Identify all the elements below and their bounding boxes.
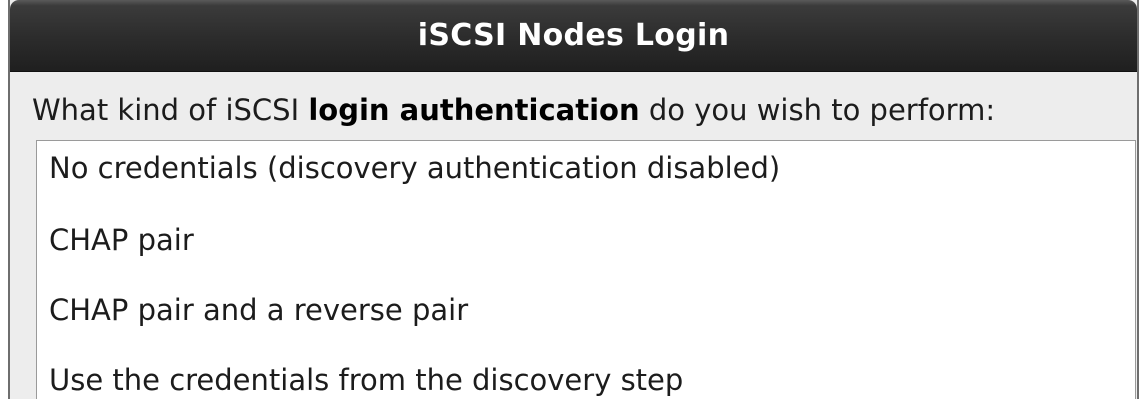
prompt-text-emphasis: login authentication [308,93,640,127]
prompt-text-after: do you wish to perform: [639,93,996,127]
auth-method-list[interactable]: No credentials (discovery authentication… [36,140,1136,399]
iscsi-login-dialog: iSCSI Nodes Login What kind of iSCSI log… [8,0,1139,399]
option-chap-pair[interactable]: CHAP pair [49,220,194,260]
dialog-title: iSCSI Nodes Login [10,0,1137,72]
option-discovery-credentials[interactable]: Use the credentials from the discovery s… [49,360,683,399]
prompt-text-before: What kind of iSCSI [32,93,309,127]
auth-prompt: What kind of iSCSI login authentication … [32,90,995,130]
option-chap-reverse-pair[interactable]: CHAP pair and a reverse pair [49,290,468,330]
option-no-credentials[interactable]: No credentials (discovery authentication… [49,148,780,188]
